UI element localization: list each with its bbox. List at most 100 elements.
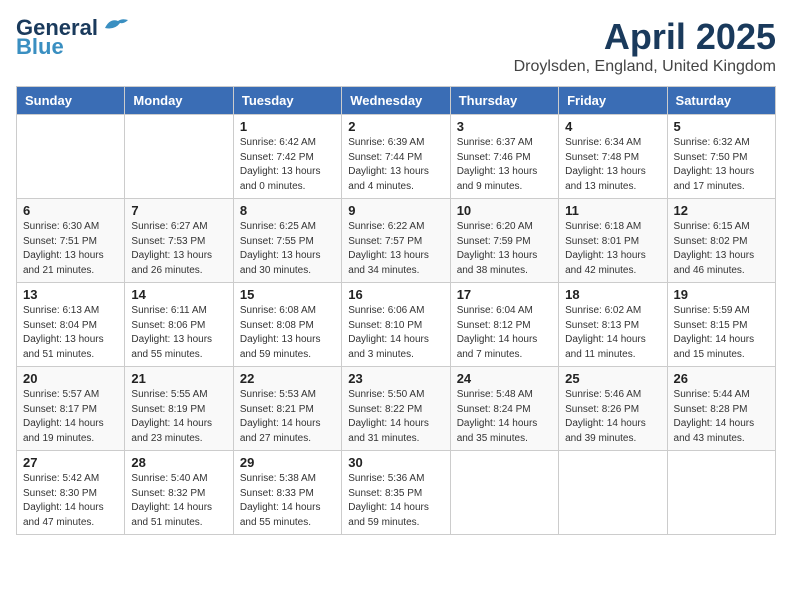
logo: General Blue bbox=[16, 16, 130, 58]
calendar-cell: 21Sunrise: 5:55 AM Sunset: 8:19 PM Dayli… bbox=[125, 367, 233, 451]
day-number: 15 bbox=[240, 287, 335, 302]
day-number: 19 bbox=[674, 287, 769, 302]
day-number: 9 bbox=[348, 203, 443, 218]
calendar-cell: 13Sunrise: 6:13 AM Sunset: 8:04 PM Dayli… bbox=[17, 283, 125, 367]
calendar-week-row: 20Sunrise: 5:57 AM Sunset: 8:17 PM Dayli… bbox=[17, 367, 776, 451]
day-info: Sunrise: 6:08 AM Sunset: 8:08 PM Dayligh… bbox=[240, 304, 335, 362]
day-number: 20 bbox=[23, 371, 118, 386]
calendar-cell: 26 Sunrise: 5:44 AM Sunset: 8:28 PM Dayli… bbox=[667, 367, 775, 451]
day-number: 26 bbox=[674, 371, 769, 386]
calendar-cell: 29Sunrise: 5:38 AM Sunset: 8:33 PM Dayli… bbox=[233, 451, 341, 535]
day-info: Sunrise: 6:27 AM Sunset: 7:53 PM Dayligh… bbox=[131, 220, 226, 278]
day-number: 7 bbox=[131, 203, 226, 218]
calendar-cell: 9 Sunrise: 6:22 AM Sunset: 7:57 PM Daylig… bbox=[342, 199, 450, 283]
calendar-title: April 2025 bbox=[514, 16, 776, 58]
day-info: Sunrise: 5:38 AM Sunset: 8:33 PM Dayligh… bbox=[240, 472, 335, 530]
weekday-header-friday: Friday bbox=[559, 87, 667, 115]
weekday-header-monday: Monday bbox=[125, 87, 233, 115]
day-number: 30 bbox=[348, 455, 443, 470]
day-info: Sunrise: 5:55 AM Sunset: 8:19 PM Dayligh… bbox=[131, 388, 226, 446]
weekday-header-thursday: Thursday bbox=[450, 87, 558, 115]
day-number: 1 bbox=[240, 119, 335, 134]
logo-blue: Blue bbox=[16, 36, 64, 58]
day-number: 28 bbox=[131, 455, 226, 470]
day-number: 22 bbox=[240, 371, 335, 386]
title-block: April 2025 Droylsden, England, United Ki… bbox=[514, 16, 776, 76]
calendar-cell: 8 Sunrise: 6:25 AM Sunset: 7:55 PM Daylig… bbox=[233, 199, 341, 283]
day-info: Sunrise: 6:20 AM Sunset: 7:59 PM Dayligh… bbox=[457, 220, 552, 278]
weekday-header-sunday: Sunday bbox=[17, 87, 125, 115]
calendar-cell: 3Sunrise: 6:37 AM Sunset: 7:46 PM Daylig… bbox=[450, 115, 558, 199]
day-info: Sunrise: 6:18 AM Sunset: 8:01 PM Dayligh… bbox=[565, 220, 660, 278]
calendar-cell: 10 Sunrise: 6:20 AM Sunset: 7:59 PM Dayli… bbox=[450, 199, 558, 283]
calendar-cell: 14 Sunrise: 6:11 AM Sunset: 8:06 PM Dayli… bbox=[125, 283, 233, 367]
day-info: Sunrise: 6:04 AM Sunset: 8:12 PM Dayligh… bbox=[457, 304, 552, 362]
day-number: 14 bbox=[131, 287, 226, 302]
calendar-cell bbox=[559, 451, 667, 535]
calendar-cell: 20Sunrise: 5:57 AM Sunset: 8:17 PM Dayli… bbox=[17, 367, 125, 451]
day-info: Sunrise: 6:32 AM Sunset: 7:50 PM Dayligh… bbox=[674, 136, 769, 194]
page-header: General Blue April 2025 Droylsden, Engla… bbox=[16, 16, 776, 76]
day-number: 23 bbox=[348, 371, 443, 386]
calendar-cell bbox=[450, 451, 558, 535]
calendar-cell: 11 Sunrise: 6:18 AM Sunset: 8:01 PM Dayli… bbox=[559, 199, 667, 283]
day-info: Sunrise: 5:42 AM Sunset: 8:30 PM Dayligh… bbox=[23, 472, 118, 530]
calendar-cell bbox=[17, 115, 125, 199]
weekday-header-wednesday: Wednesday bbox=[342, 87, 450, 115]
weekday-header-tuesday: Tuesday bbox=[233, 87, 341, 115]
day-info: Sunrise: 6:11 AM Sunset: 8:06 PM Dayligh… bbox=[131, 304, 226, 362]
calendar-cell: 25 Sunrise: 5:46 AM Sunset: 8:26 PM Dayli… bbox=[559, 367, 667, 451]
calendar-cell: 16 Sunrise: 6:06 AM Sunset: 8:10 PM Dayli… bbox=[342, 283, 450, 367]
calendar-cell: 18 Sunrise: 6:02 AM Sunset: 8:13 PM Dayli… bbox=[559, 283, 667, 367]
day-info: Sunrise: 6:13 AM Sunset: 8:04 PM Dayligh… bbox=[23, 304, 118, 362]
logo-bird-icon bbox=[100, 16, 130, 36]
day-number: 16 bbox=[348, 287, 443, 302]
day-number: 12 bbox=[674, 203, 769, 218]
calendar-cell: 2Sunrise: 6:39 AM Sunset: 7:44 PM Daylig… bbox=[342, 115, 450, 199]
day-info: Sunrise: 5:46 AM Sunset: 8:26 PM Dayligh… bbox=[565, 388, 660, 446]
day-info: Sunrise: 6:30 AM Sunset: 7:51 PM Dayligh… bbox=[23, 220, 118, 278]
day-info: Sunrise: 5:50 AM Sunset: 8:22 PM Dayligh… bbox=[348, 388, 443, 446]
day-number: 18 bbox=[565, 287, 660, 302]
day-info: Sunrise: 6:39 AM Sunset: 7:44 PM Dayligh… bbox=[348, 136, 443, 194]
calendar-cell bbox=[125, 115, 233, 199]
calendar-cell: 30 Sunrise: 5:36 AM Sunset: 8:35 PM Dayli… bbox=[342, 451, 450, 535]
day-info: Sunrise: 5:36 AM Sunset: 8:35 PM Dayligh… bbox=[348, 472, 443, 530]
day-info: Sunrise: 5:53 AM Sunset: 8:21 PM Dayligh… bbox=[240, 388, 335, 446]
calendar-week-row: 1 Sunrise: 6:42 AM Sunset: 7:42 PM Daylig… bbox=[17, 115, 776, 199]
calendar-cell bbox=[667, 451, 775, 535]
calendar-table: SundayMondayTuesdayWednesdayThursdayFrid… bbox=[16, 86, 776, 535]
day-info: Sunrise: 6:15 AM Sunset: 8:02 PM Dayligh… bbox=[674, 220, 769, 278]
day-info: Sunrise: 5:40 AM Sunset: 8:32 PM Dayligh… bbox=[131, 472, 226, 530]
day-info: Sunrise: 6:02 AM Sunset: 8:13 PM Dayligh… bbox=[565, 304, 660, 362]
calendar-week-row: 6 Sunrise: 6:30 AM Sunset: 7:51 PM Daylig… bbox=[17, 199, 776, 283]
day-info: Sunrise: 5:48 AM Sunset: 8:24 PM Dayligh… bbox=[457, 388, 552, 446]
calendar-week-row: 13Sunrise: 6:13 AM Sunset: 8:04 PM Dayli… bbox=[17, 283, 776, 367]
calendar-cell: 22 Sunrise: 5:53 AM Sunset: 8:21 PM Dayli… bbox=[233, 367, 341, 451]
day-number: 5 bbox=[674, 119, 769, 134]
day-info: Sunrise: 6:42 AM Sunset: 7:42 PM Dayligh… bbox=[240, 136, 335, 194]
calendar-cell: 19 Sunrise: 5:59 AM Sunset: 8:15 PM Dayli… bbox=[667, 283, 775, 367]
day-number: 27 bbox=[23, 455, 118, 470]
day-info: Sunrise: 6:25 AM Sunset: 7:55 PM Dayligh… bbox=[240, 220, 335, 278]
day-number: 10 bbox=[457, 203, 552, 218]
day-number: 8 bbox=[240, 203, 335, 218]
day-number: 11 bbox=[565, 203, 660, 218]
day-number: 6 bbox=[23, 203, 118, 218]
calendar-cell: 15 Sunrise: 6:08 AM Sunset: 8:08 PM Dayli… bbox=[233, 283, 341, 367]
day-info: Sunrise: 6:22 AM Sunset: 7:57 PM Dayligh… bbox=[348, 220, 443, 278]
calendar-cell: 23 Sunrise: 5:50 AM Sunset: 8:22 PM Dayli… bbox=[342, 367, 450, 451]
day-number: 17 bbox=[457, 287, 552, 302]
calendar-header-row: SundayMondayTuesdayWednesdayThursdayFrid… bbox=[17, 87, 776, 115]
calendar-cell: 4Sunrise: 6:34 AM Sunset: 7:48 PM Daylig… bbox=[559, 115, 667, 199]
day-info: Sunrise: 6:06 AM Sunset: 8:10 PM Dayligh… bbox=[348, 304, 443, 362]
calendar-cell: 27 Sunrise: 5:42 AM Sunset: 8:30 PM Dayli… bbox=[17, 451, 125, 535]
calendar-week-row: 27 Sunrise: 5:42 AM Sunset: 8:30 PM Dayli… bbox=[17, 451, 776, 535]
day-info: Sunrise: 5:59 AM Sunset: 8:15 PM Dayligh… bbox=[674, 304, 769, 362]
calendar-cell: 12 Sunrise: 6:15 AM Sunset: 8:02 PM Dayli… bbox=[667, 199, 775, 283]
day-info: Sunrise: 5:44 AM Sunset: 8:28 PM Dayligh… bbox=[674, 388, 769, 446]
day-number: 25 bbox=[565, 371, 660, 386]
day-number: 24 bbox=[457, 371, 552, 386]
calendar-cell: 7 Sunrise: 6:27 AM Sunset: 7:53 PM Daylig… bbox=[125, 199, 233, 283]
calendar-cell: 17 Sunrise: 6:04 AM Sunset: 8:12 PM Dayli… bbox=[450, 283, 558, 367]
